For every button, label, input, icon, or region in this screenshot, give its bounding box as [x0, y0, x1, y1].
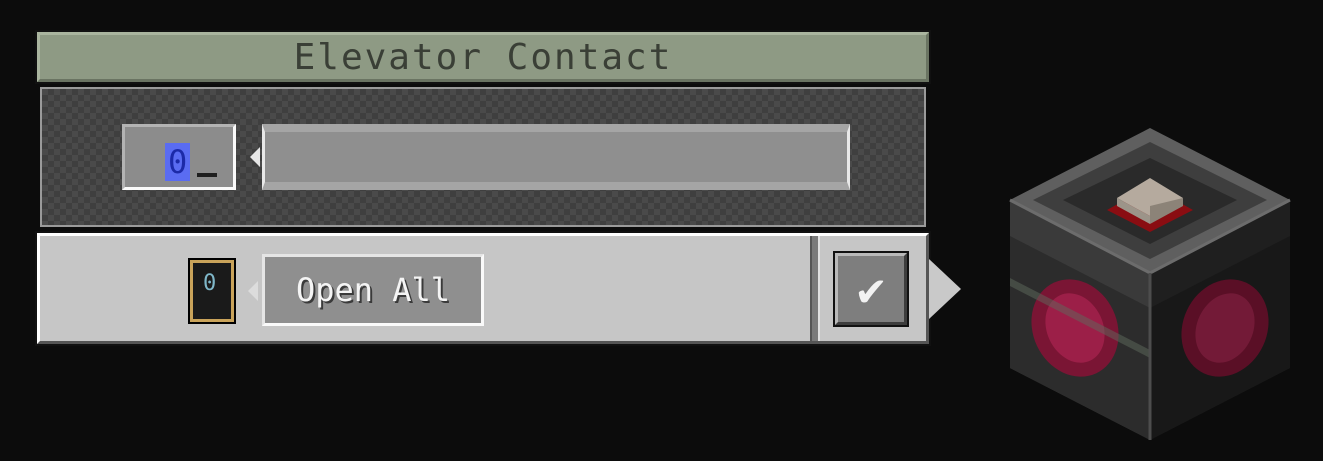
confirm-button[interactable]: ✔: [833, 251, 909, 327]
open-all-button[interactable]: Open All: [262, 254, 484, 326]
frequency-item-slot[interactable]: 0: [188, 258, 236, 324]
frequency-panel: 0: [40, 87, 926, 227]
frequency-value: 0: [165, 143, 191, 181]
pointer-arrow-icon: [929, 259, 961, 319]
arrow-left-icon: [250, 147, 260, 167]
divider: [810, 236, 820, 341]
window-title: Elevator Contact: [293, 36, 673, 78]
window-title-bar: Elevator Contact: [35, 30, 931, 84]
frequency-input[interactable]: 0: [122, 124, 236, 190]
open-all-label: Open All: [295, 271, 451, 309]
contact-name-field[interactable]: [262, 124, 850, 190]
check-icon: ✔: [857, 262, 885, 316]
arrow-left-icon: [248, 281, 258, 301]
text-cursor: [197, 173, 217, 177]
elevator-contact-block-icon: [1009, 128, 1291, 440]
action-row: 0 Open All ✔: [35, 231, 931, 346]
slot-digit: 0: [203, 271, 217, 296]
